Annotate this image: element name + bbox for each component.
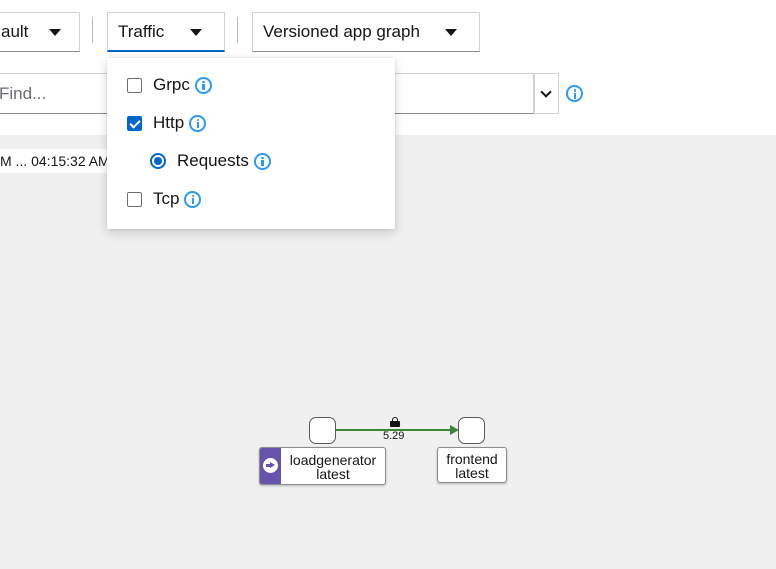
traffic-menu: Grpc Http Requests Tcp — [107, 58, 395, 229]
requests-radio[interactable] — [150, 153, 166, 169]
traffic-menu-item-http[interactable]: Http — [127, 113, 207, 133]
node-name: loadgenerator — [289, 452, 377, 468]
grpc-checkbox[interactable] — [127, 77, 142, 93]
info-circle-icon[interactable] — [184, 190, 202, 208]
traffic-menu-item-label: Grpc — [153, 75, 190, 94]
tcp-checkbox[interactable] — [127, 191, 142, 207]
namespace-select[interactable]: ault — [0, 12, 80, 52]
graph-node-frontend[interactable] — [458, 417, 485, 444]
traffic-select[interactable]: Traffic — [107, 12, 225, 52]
info-circle-icon[interactable] — [194, 76, 212, 94]
traffic-menu-item-label: Tcp — [153, 189, 180, 208]
info-circle-icon[interactable] — [566, 85, 583, 102]
caret-down-icon — [190, 28, 202, 36]
edge-label: 5.29 — [383, 430, 405, 442]
node-label-loadgenerator[interactable]: loadgenerator latest — [259, 447, 386, 485]
node-name: frontend — [446, 451, 498, 467]
traffic-menu-item-label: Http — [153, 113, 185, 132]
namespace-select-label: ault — [1, 22, 29, 41]
traffic-select-label: Traffic — [118, 21, 165, 41]
node-label-frontend[interactable]: frontend latest — [437, 447, 507, 483]
node-version: latest — [455, 465, 489, 481]
graph-timestamp: M ... 04:15:32 AM — [0, 149, 114, 173]
traffic-menu-item-requests[interactable]: Requests — [150, 151, 271, 171]
node-badge — [260, 448, 281, 484]
traffic-menu-item-tcp[interactable]: Tcp — [127, 189, 202, 209]
caret-down-icon — [445, 29, 457, 36]
info-circle-icon[interactable] — [189, 114, 207, 132]
chevron-down-icon — [540, 86, 552, 98]
find-options-toggle[interactable] — [534, 73, 559, 114]
arrow-circle-right-icon — [263, 458, 278, 473]
traffic-menu-item-grpc[interactable]: Grpc — [127, 75, 212, 95]
caret-down-icon — [49, 29, 61, 36]
node-version: latest — [316, 466, 350, 482]
graph-type-select[interactable]: Versioned app graph — [252, 12, 480, 52]
graph-type-select-label: Versioned app graph — [263, 22, 420, 41]
lock-icon — [390, 417, 400, 427]
edge-arrowhead — [450, 425, 459, 435]
traffic-menu-item-label: Requests — [177, 151, 249, 170]
graph-node-loadgenerator[interactable] — [309, 417, 336, 444]
info-circle-icon[interactable] — [253, 152, 271, 170]
toolbar-divider — [92, 17, 93, 43]
toolbar-divider — [237, 17, 238, 43]
http-checkbox[interactable] — [127, 115, 142, 131]
